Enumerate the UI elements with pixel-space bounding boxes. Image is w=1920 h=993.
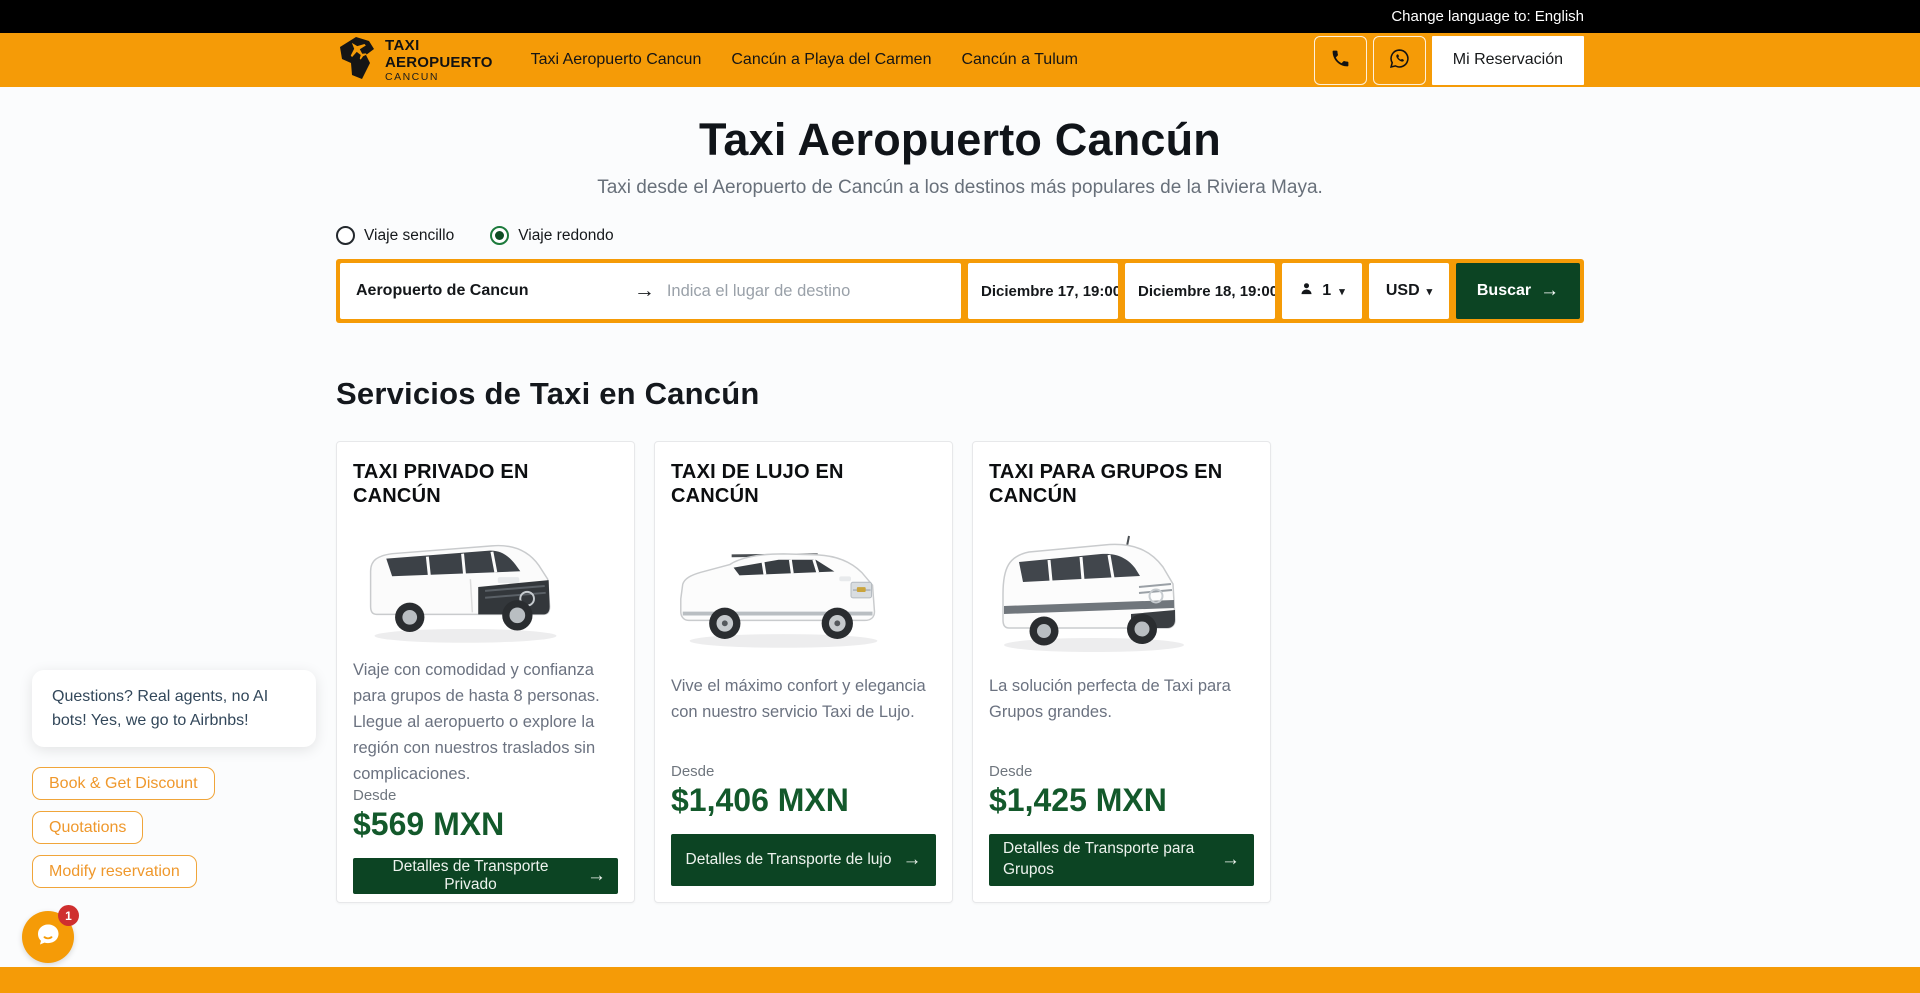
card-taxi-privado: TAXI PRIVADO EN CANCÚN xyxy=(336,441,635,903)
logo-text: TAXI AEROPUERTO CANCUN xyxy=(385,38,493,83)
services-heading: Servicios de Taxi en Cancún xyxy=(336,376,1584,412)
chat-action-book-discount[interactable]: Book & Get Discount xyxy=(32,767,215,800)
trip-type-options: Viaje sencillo Viaje redondo xyxy=(336,226,1584,245)
price: $569 MXN xyxy=(353,806,618,843)
radio-label-round-trip: Viaje redondo xyxy=(518,227,613,245)
luxury-suv-image xyxy=(671,519,936,667)
person-icon xyxy=(1299,281,1314,301)
chat-bubble-icon xyxy=(32,919,64,956)
route-fields: → xyxy=(340,263,961,319)
chevron-down-icon: ▾ xyxy=(1427,285,1433,298)
phone-icon xyxy=(1330,48,1351,72)
page-title: Taxi Aeropuerto Cancún xyxy=(0,114,1920,166)
site-logo[interactable]: TAXI AEROPUERTO CANCUN xyxy=(336,35,493,86)
card-description: La solución perfecta de Taxi para Grupos… xyxy=(989,673,1254,725)
details-groups-button[interactable]: Detalles de Transporte para Grupos → xyxy=(989,834,1254,886)
phone-button[interactable] xyxy=(1314,36,1367,85)
card-title: TAXI PARA GRUPOS EN CANCÚN xyxy=(989,460,1254,509)
radio-circle-round-trip[interactable] xyxy=(490,226,509,245)
chevron-down-icon: ▾ xyxy=(1339,285,1345,298)
passengers-value: 1 xyxy=(1322,282,1331,300)
chat-message-bubble: Questions? Real agents, no AI bots! Yes,… xyxy=(32,670,316,747)
return-date-field[interactable]: Diciembre 18, 19:00 xyxy=(1125,263,1275,319)
card-description: Vive el máximo confort y elegancia con n… xyxy=(671,673,936,725)
card-title: TAXI PRIVADO EN CANCÚN xyxy=(353,460,618,509)
price: $1,406 MXN xyxy=(671,782,936,819)
radio-circle-one-way[interactable] xyxy=(336,226,355,245)
origin-input[interactable] xyxy=(356,282,622,300)
arrow-right-icon: → xyxy=(902,849,921,871)
card-taxi-grupos: TAXI PARA GRUPOS EN CANCÚN xyxy=(972,441,1271,903)
private-van-image xyxy=(353,519,618,651)
pickup-date-field[interactable]: Diciembre 17, 19:00 xyxy=(968,263,1118,319)
chat-action-quotations[interactable]: Quotations xyxy=(32,811,143,844)
hero-section: Taxi Aeropuerto Cancún Taxi desde el Aer… xyxy=(0,87,1920,199)
header-actions: Mi Reservación xyxy=(1314,36,1584,85)
chat-action-modify-reservation[interactable]: Modify reservation xyxy=(32,855,197,888)
arrow-right-icon: → xyxy=(634,279,655,303)
chat-unread-badge: 1 xyxy=(58,905,79,926)
whatsapp-button[interactable] xyxy=(1373,36,1426,85)
service-cards: TAXI PRIVADO EN CANCÚN xyxy=(336,441,1584,903)
main-nav: Taxi Aeropuerto Cancun Cancún a Playa de… xyxy=(531,51,1078,69)
page: Change language to: English TAXI AEROPUE… xyxy=(0,0,1920,993)
whatsapp-icon xyxy=(1388,47,1411,73)
arrow-right-icon: → xyxy=(1221,849,1240,871)
footer-strip xyxy=(0,967,1920,993)
passengers-select[interactable]: 1 ▾ xyxy=(1282,263,1362,319)
airplane-logo-icon xyxy=(336,35,378,86)
from-label: Desde xyxy=(671,763,936,780)
nav-item-cancun-playa-del-carmen[interactable]: Cancún a Playa del Carmen xyxy=(731,51,931,69)
card-taxi-lujo: TAXI DE LUJO EN CANCÚN xyxy=(654,441,953,903)
radio-one-way[interactable]: Viaje sencillo xyxy=(336,226,454,245)
arrow-right-icon: → xyxy=(587,865,606,887)
details-private-button[interactable]: Detalles de Transporte Privado → xyxy=(353,858,618,894)
from-label: Desde xyxy=(989,763,1254,780)
search-bar: → Diciembre 17, 19:00 Diciembre 18, 19:0… xyxy=(336,259,1584,323)
page-subtitle: Taxi desde el Aeropuerto de Cancún a los… xyxy=(0,177,1920,199)
chat-launcher-button[interactable]: 1 xyxy=(22,911,74,963)
nav-item-taxi-aeropuerto-cancun[interactable]: Taxi Aeropuerto Cancun xyxy=(531,51,702,69)
card-description: Viaje con comodidad y confianza para gru… xyxy=(353,657,618,787)
nav-item-cancun-tulum[interactable]: Cancún a Tulum xyxy=(961,51,1078,69)
change-language-link[interactable]: Change language to: English xyxy=(1391,8,1584,25)
group-van-image xyxy=(989,519,1254,667)
main-header: TAXI AEROPUERTO CANCUN Taxi Aeropuerto C… xyxy=(0,33,1920,87)
arrow-right-icon: → xyxy=(1540,280,1559,302)
currency-select[interactable]: USD ▾ xyxy=(1369,263,1449,319)
price: $1,425 MXN xyxy=(989,782,1254,819)
radio-round-trip[interactable]: Viaje redondo xyxy=(490,226,613,245)
search-button[interactable]: Buscar → xyxy=(1456,263,1580,319)
destination-input[interactable] xyxy=(667,282,945,301)
top-bar: Change language to: English xyxy=(0,0,1920,33)
card-title: TAXI DE LUJO EN CANCÚN xyxy=(671,460,936,509)
my-reservation-button[interactable]: Mi Reservación xyxy=(1432,36,1584,85)
details-luxury-button[interactable]: Detalles de Transporte de lujo → xyxy=(671,834,936,886)
from-label: Desde xyxy=(353,787,618,804)
currency-value: USD xyxy=(1386,282,1420,300)
radio-label-one-way: Viaje sencillo xyxy=(364,227,454,245)
